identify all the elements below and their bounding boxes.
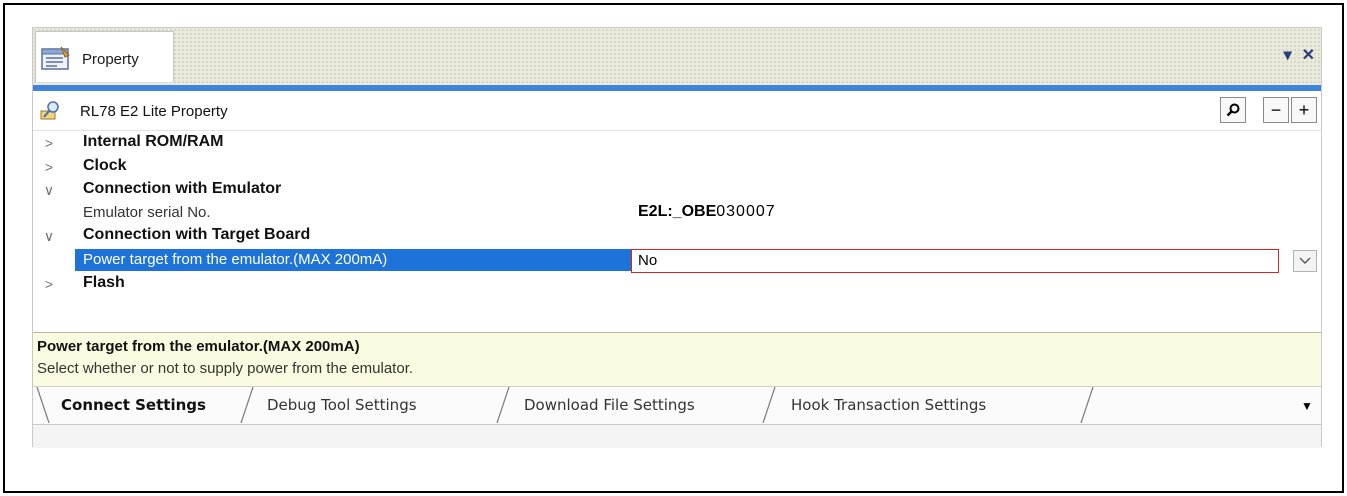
collapse-chevron-icon[interactable]: ∨ [41,181,57,199]
tab-separator [762,387,776,423]
property-value: E2L:_OBE030007 [638,203,776,221]
property-panel: Property ▾ ✕ RL78 E2 Lite Property − + >… [32,27,1322,448]
property-row-power-target[interactable]: Power target from the emulator.(MAX 200m… [33,249,1321,273]
tab-hook-transaction-settings[interactable]: Hook Transaction Settings [785,387,1085,425]
property-search-icon [40,101,59,120]
chevron-down-icon [1299,257,1311,264]
triangle-down-icon[interactable]: ▼ [1301,399,1313,413]
property-row-emulator-serial[interactable]: Emulator serial No. E2L:_OBE030007 [33,202,1321,224]
dropdown-pin-icon[interactable]: ▾ [1284,48,1292,64]
property-grid: > Internal ROM/RAM > Clock ∨ Connection … [33,132,1321,332]
panel-titlebar: Property ▾ ✕ [33,28,1321,86]
category-row-internal-rom-ram[interactable]: > Internal ROM/RAM [33,132,1321,154]
tabs-strip: Connect Settings Debug Tool Settings Dow… [33,387,1321,425]
category-row-connection-with-target-board[interactable]: ∨ Connection with Target Board [33,225,1321,247]
tab-separator [36,387,50,423]
value-dropdown-button[interactable] [1293,250,1317,272]
tab-property-label: Property [82,51,139,68]
category-label: Flash [83,274,125,291]
category-label: Internal ROM/RAM [83,133,224,150]
property-title: RL78 E2 Lite Property [80,103,228,120]
category-row-clock[interactable]: > Clock [33,156,1321,178]
category-label: Connection with Target Board [83,226,311,243]
tab-separator [1080,387,1094,423]
property-value: No [638,252,658,269]
expand-chevron-icon[interactable]: > [41,275,57,293]
tab-label: Debug Tool Settings [267,396,417,414]
property-name: Emulator serial No. [83,204,211,221]
title-buttons: ▾ ✕ [1284,48,1315,64]
collapse-chevron-icon[interactable]: ∨ [41,227,57,245]
expand-chevron-icon[interactable]: > [41,134,57,152]
collapse-all-button[interactable]: − [1263,97,1289,123]
tab-label: Hook Transaction Settings [791,396,987,414]
property-name: Power target from the emulator.(MAX 200m… [83,251,388,268]
property-header: RL78 E2 Lite Property − + [33,91,1321,131]
category-label: Clock [83,157,127,174]
description-title: Power target from the emulator.(MAX 200m… [37,338,360,355]
tab-separator [496,387,510,423]
tab-debug-tool-settings[interactable]: Debug Tool Settings [261,387,491,425]
search-button[interactable] [1220,97,1246,123]
category-label: Connection with Emulator [83,180,282,197]
tab-separator [240,387,254,423]
expand-chevron-icon[interactable]: > [41,158,57,176]
description-pane: Power target from the emulator.(MAX 200m… [33,332,1321,386]
tab-property[interactable]: Property [35,31,174,82]
property-window-icon [41,46,70,70]
expand-all-button[interactable]: + [1291,97,1317,123]
serial-number: 030007 [716,203,776,220]
category-row-flash[interactable]: > Flash [33,273,1321,295]
power-target-value-field[interactable]: No [631,249,1279,273]
tab-connect-settings[interactable]: Connect Settings [55,387,245,425]
tab-download-file-settings[interactable]: Download File Settings [518,387,758,425]
selected-property-name[interactable]: Power target from the emulator.(MAX 200m… [75,249,632,271]
magnifier-icon [1226,103,1240,117]
category-row-connection-with-emulator[interactable]: ∨ Connection with Emulator [33,179,1321,201]
close-icon[interactable]: ✕ [1302,48,1315,64]
serial-prefix: E2L:_OBE [638,203,717,220]
tab-label: Connect Settings [61,396,206,414]
settings-tabbar: Connect Settings Debug Tool Settings Dow… [33,386,1321,448]
tab-label: Download File Settings [524,396,695,414]
description-text: Select whether or not to supply power fr… [37,360,414,377]
